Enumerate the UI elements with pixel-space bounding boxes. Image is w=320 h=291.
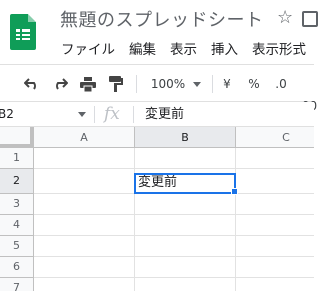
select-all-corner[interactable] [0,127,34,148]
spreadsheet-grid: A B C 1 2 3 4 5 6 7 変更前 [0,127,314,291]
cell-b7[interactable] [135,278,236,291]
divider [133,106,134,123]
menu-format[interactable]: 表示形式 [252,38,314,58]
cell-c7[interactable] [236,278,314,291]
menu-bar: ファイル 編集 表示 挿入 表示形式 [61,38,320,58]
decrease-decimal-button[interactable]: .0 [272,73,290,95]
cell-a3[interactable] [34,194,135,215]
cell-c2[interactable] [236,169,314,194]
row-header[interactable]: 7 [0,278,34,291]
row-header[interactable]: 3 [0,194,34,215]
row-header[interactable]: 1 [0,148,34,169]
cell-b1[interactable] [135,148,236,169]
star-icon[interactable]: ☆ [277,7,293,28]
row-header[interactable]: 5 [0,236,34,257]
cell-c4[interactable] [236,215,314,236]
app-header: 無題のスプレッドシート ☆ ファイル 編集 表示 挿入 表示形式 [0,0,318,64]
toolbar-divider [136,75,137,93]
selected-cell-outline [134,173,236,194]
fx-icon: fx [104,104,120,124]
redo-icon[interactable] [50,73,70,95]
menu-insert[interactable]: 挿入 [211,38,246,58]
print-icon[interactable] [78,73,98,95]
cell-b4[interactable] [135,215,236,236]
undo-icon[interactable] [22,73,42,95]
percent-format-button[interactable]: % [247,73,261,95]
cell-a2[interactable] [34,169,135,194]
row-header[interactable]: 6 [0,257,34,278]
paint-format-icon[interactable] [106,73,126,95]
chevron-down-icon[interactable] [78,112,86,117]
cell-c5[interactable] [236,236,314,257]
menu-edit[interactable]: 編集 [129,38,164,58]
toolbar-divider [212,75,213,93]
formula-bar: B2 fx 変更前 [0,102,314,127]
column-header-c[interactable]: C [236,127,314,148]
cell-b6[interactable] [135,257,236,278]
cell-a6[interactable] [34,257,135,278]
row-header[interactable]: 2 [0,169,34,194]
cell-a7[interactable] [34,278,135,291]
menu-view[interactable]: 表示 [170,38,205,58]
cell-b3[interactable] [135,194,236,215]
document-title[interactable]: 無題のスプレッドシート [60,6,264,32]
cell-a5[interactable] [34,236,135,257]
zoom-value: 100% [150,77,186,91]
formula-input[interactable]: 変更前 [145,106,184,123]
cell-b5[interactable] [135,236,236,257]
cell-c3[interactable] [236,194,314,215]
zoom-select[interactable]: 100% [148,73,204,95]
cell-a1[interactable] [34,148,135,169]
sheets-logo-icon[interactable] [10,14,36,50]
column-header-a[interactable]: A [34,127,135,148]
chevron-down-icon [193,81,202,87]
cell-c6[interactable] [236,257,314,278]
row-header[interactable]: 4 [0,215,34,236]
name-box[interactable]: B2 [0,105,84,124]
cell-a4[interactable] [34,215,135,236]
menu-file[interactable]: ファイル [61,38,123,58]
toolbar: 100% ¥ % .0 .00 [0,64,317,113]
currency-format-button[interactable]: ¥ [220,73,234,95]
move-to-folder-icon[interactable] [302,11,318,27]
fill-handle[interactable] [231,188,238,195]
cell-c1[interactable] [236,148,314,169]
divider [94,106,95,123]
column-header-b[interactable]: B [135,127,236,148]
